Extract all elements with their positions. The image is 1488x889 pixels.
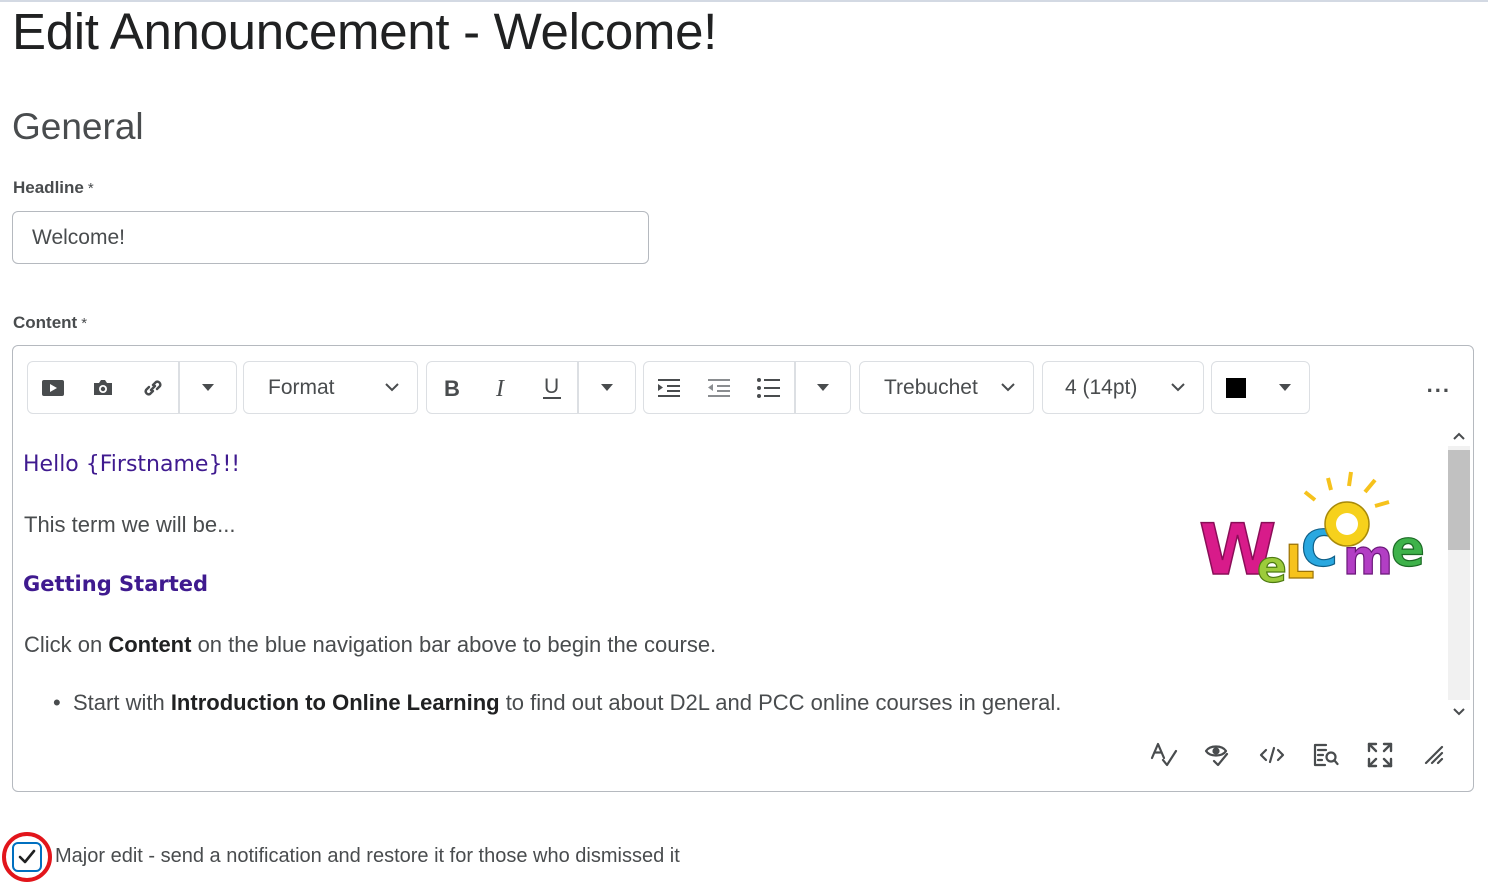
caret-down-icon [201, 383, 214, 391]
font-family-label: Trebuchet [884, 375, 978, 399]
format-dropdown[interactable]: Format [244, 362, 417, 413]
text-color-dropdown[interactable] [1212, 362, 1309, 413]
required-marker: * [81, 315, 88, 332]
chevron-down-icon [1171, 383, 1185, 392]
page-title: Edit Announcement - Welcome! [12, 3, 718, 60]
underline-button[interactable]: U [527, 362, 577, 413]
instruction-prefix: Click on [24, 632, 109, 657]
code-icon [1259, 746, 1285, 764]
chevron-down-icon [1001, 383, 1015, 392]
font-size-dropdown[interactable]: 4 (14pt) [1043, 362, 1203, 413]
section-title-general: General [12, 106, 144, 147]
camera-icon [94, 379, 112, 395]
chevron-down-icon [385, 383, 399, 392]
color-swatch [1226, 377, 1246, 398]
caret-down-icon [1279, 383, 1291, 391]
svg-text:U: U [544, 375, 559, 398]
bullet-suffix: to find out about D2L and PCC online cou… [499, 690, 1062, 715]
font-size-select[interactable]: 4 (14pt) [1042, 361, 1204, 414]
headline-input[interactable] [12, 211, 649, 264]
text-style-more-dropdown[interactable] [579, 362, 635, 413]
svg-text:I: I [495, 376, 505, 400]
bold-icon: B [444, 376, 460, 400]
insert-more-dropdown[interactable] [180, 362, 236, 413]
svg-text:m: m [1343, 530, 1393, 586]
content-label-text: Content [13, 313, 78, 332]
bullet-bold: Introduction to Online Learning [170, 690, 500, 715]
paragraph-more-dropdown[interactable] [796, 362, 850, 413]
instruction-suffix: on the blue navigation bar above to begi… [191, 632, 717, 657]
caret-down-icon [600, 383, 613, 391]
caret-down-icon [816, 383, 829, 391]
font-family-dropdown[interactable]: Trebuchet [860, 362, 1033, 413]
link-icon [144, 380, 162, 395]
chevron-up-icon[interactable] [1451, 428, 1467, 444]
eye-check-icon [1204, 745, 1229, 767]
bullet-list-button[interactable] [744, 362, 794, 413]
svg-text:B: B [444, 376, 460, 400]
insert-toolbar-group [27, 361, 237, 414]
text-style-toolbar-group: B I U [426, 361, 636, 414]
indent-button[interactable] [644, 362, 694, 413]
checkmark-icon [18, 849, 36, 864]
term-text: This term we will be... [24, 512, 236, 537]
bullet-prefix: Start with [73, 690, 171, 715]
headline-label: Headline * [13, 178, 94, 198]
insert-video-button[interactable] [28, 362, 78, 413]
format-select[interactable]: Format [243, 361, 418, 414]
headline-label-text: Headline [13, 178, 84, 197]
outdent-icon [708, 378, 730, 397]
preview-icon [1313, 743, 1339, 767]
major-edit-checkbox[interactable] [12, 842, 42, 872]
accessibility-checker-button[interactable] [1203, 740, 1233, 770]
svg-text:e: e [1391, 520, 1425, 578]
editor-status-tools [1149, 740, 1449, 770]
underline-icon: U [543, 375, 561, 399]
indent-icon [658, 378, 680, 397]
bold-button[interactable]: B [427, 362, 477, 413]
chevron-down-icon[interactable] [1451, 704, 1467, 720]
resize-handle[interactable] [1419, 740, 1449, 770]
instruction-bold: Content [108, 632, 192, 657]
fullscreen-icon [1367, 742, 1393, 768]
major-edit-label[interactable]: Major edit - send a notification and res… [55, 845, 680, 868]
list-item: Start with Introduction to Online Learni… [53, 690, 1061, 716]
svg-text:e: e [1257, 542, 1287, 593]
content-scrollbar[interactable] [1445, 424, 1470, 722]
outdent-button[interactable] [694, 362, 744, 413]
format-label: Format [268, 375, 335, 399]
insert-image-button[interactable] [78, 362, 128, 413]
more-options-button[interactable]: ... [1427, 372, 1451, 398]
preview-button[interactable] [1311, 740, 1341, 770]
video-icon [42, 379, 64, 396]
paragraph-toolbar-group [643, 361, 851, 414]
fullscreen-button[interactable] [1365, 740, 1395, 770]
welcome-image[interactable]: W e L C m e [1185, 466, 1443, 596]
content-editor: Format B I U Trebuchet 4 (14pt) ... Hell… [12, 345, 1474, 792]
getting-started-heading: Getting Started [23, 572, 209, 596]
font-family-select[interactable]: Trebuchet [859, 361, 1034, 414]
italic-button[interactable]: I [477, 362, 527, 413]
scroll-thumb[interactable] [1448, 450, 1470, 550]
greeting-text: Hello {Firstname}!! [23, 452, 241, 477]
insert-link-button[interactable] [128, 362, 178, 413]
required-marker: * [87, 180, 94, 197]
italic-icon: I [495, 376, 505, 400]
sun-rays [1303, 471, 1390, 508]
editor-content[interactable]: Hello {Firstname}!! This term we will be… [23, 426, 1443, 726]
spellcheck-button[interactable] [1149, 740, 1179, 770]
instruction-paragraph: Click on Content on the blue navigation … [24, 632, 716, 658]
content-label: Content * [13, 313, 87, 333]
resize-grip-icon [1424, 745, 1444, 765]
font-size-label: 4 (14pt) [1065, 375, 1138, 399]
text-color-picker[interactable] [1211, 361, 1310, 414]
source-code-button[interactable] [1257, 740, 1287, 770]
list-icon [757, 377, 780, 398]
spellcheck-icon [1150, 742, 1178, 767]
